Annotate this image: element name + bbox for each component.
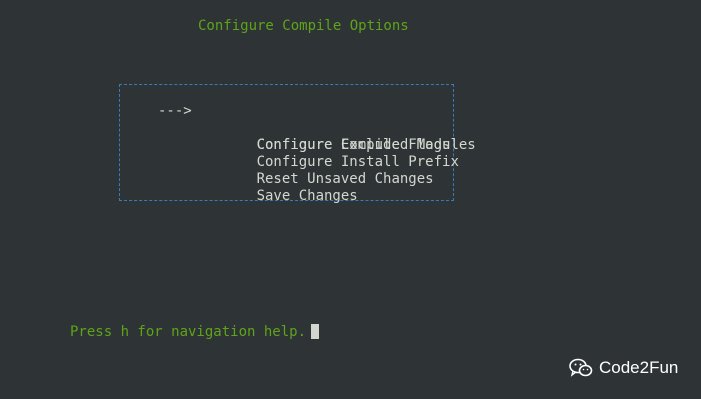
- menu-item-configure-excluded-modules[interactable]: Configure Excluded Modules: [158, 120, 476, 153]
- wechat-icon: [569, 358, 593, 377]
- screen-title: Configure Compile Options: [198, 18, 409, 34]
- navigation-help-prompt: Press h for navigation help.: [70, 324, 320, 341]
- selection-arrow: --->: [158, 103, 192, 119]
- watermark: Code2Fun: [569, 358, 678, 378]
- terminal-window: Configure Compile Options ---> Configure…: [0, 0, 701, 399]
- menu-item-reset-unsaved-changes[interactable]: Reset Unsaved Changes: [158, 154, 476, 187]
- watermark-text: Code2Fun: [599, 358, 679, 377]
- menu-item-configure-install-prefix[interactable]: Configure Install Prefix: [158, 137, 476, 170]
- menu-item-label: Save Changes: [256, 188, 358, 204]
- menu-list: ---> Configure Compile Flags Configure E…: [158, 103, 476, 204]
- text-cursor[interactable]: [311, 324, 320, 339]
- menu-item-save-changes[interactable]: Save Changes: [158, 171, 476, 204]
- help-text: Press h for navigation help.: [70, 324, 307, 340]
- menu-item-configure-compile-flags[interactable]: ---> Configure Compile Flags: [158, 103, 476, 153]
